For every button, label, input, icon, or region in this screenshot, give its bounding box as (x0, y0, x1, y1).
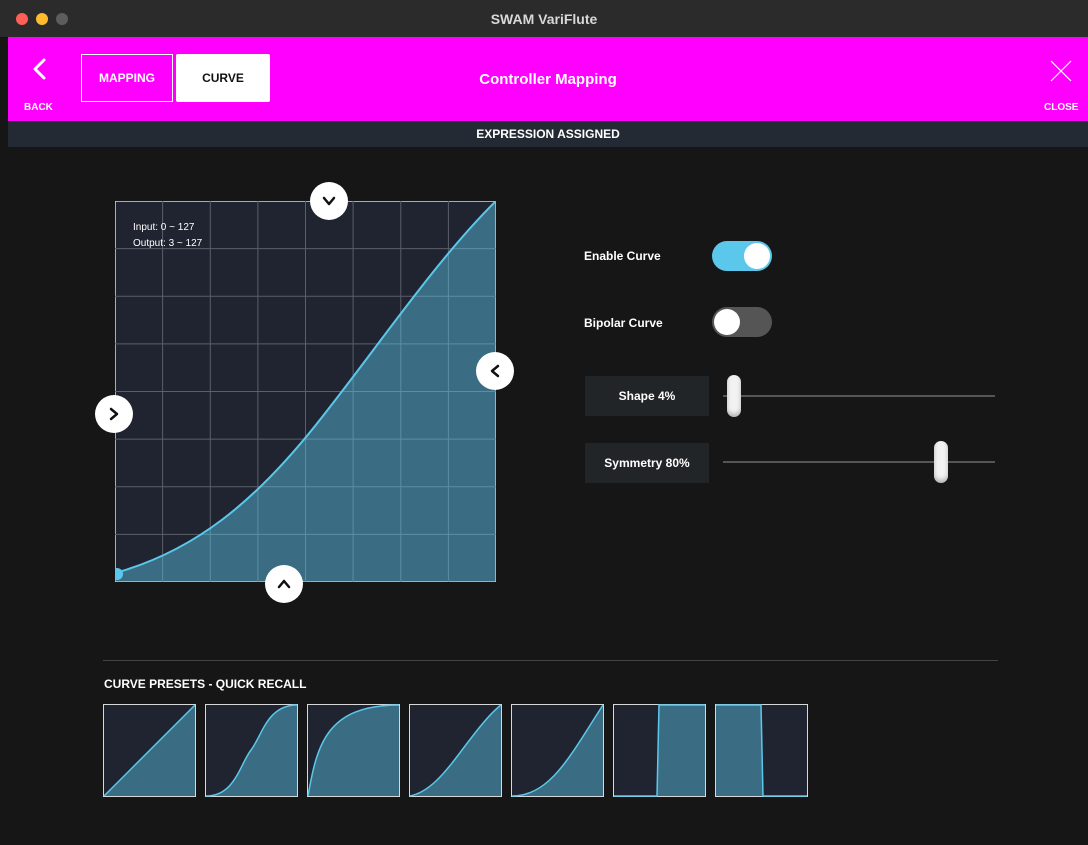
bipolar-curve-label: Bipolar Curve (584, 316, 663, 330)
curve-graph[interactable] (115, 201, 496, 582)
chevron-up-icon (277, 579, 291, 589)
shift-input-start-button[interactable] (95, 395, 133, 433)
chevron-left-icon (490, 364, 500, 378)
chevron-right-icon (109, 407, 119, 421)
shape-slider-track[interactable] (723, 395, 995, 397)
preset-steep-s-curve[interactable] (205, 704, 298, 797)
raise-min-button[interactable] (265, 565, 303, 603)
toggle-knob (714, 309, 740, 335)
presets-title: CURVE PRESETS - QUICK RECALL (104, 677, 307, 691)
close-button-label[interactable]: CLOSE (1044, 102, 1078, 113)
preset-step-left[interactable] (613, 704, 706, 797)
output-range-text: Output: 3 ~ 127 (133, 238, 203, 249)
window-titlebar: SWAM VariFlute (0, 0, 1088, 38)
bipolar-curve-toggle[interactable] (712, 307, 772, 337)
preset-ease-in[interactable] (511, 704, 604, 797)
graph-range-info: Input: 0 ~ 127 Output: 3 ~ 127 (133, 220, 202, 252)
symmetry-label: Symmetry 80% (585, 443, 709, 483)
preset-exponential-rise[interactable] (307, 704, 400, 797)
preset-step-right[interactable] (715, 704, 808, 797)
back-button-label[interactable]: BACK (24, 102, 53, 113)
section-divider (103, 660, 998, 661)
window-title: SWAM VariFlute (490, 11, 598, 27)
enable-curve-toggle[interactable] (712, 241, 772, 271)
toggle-knob (744, 243, 770, 269)
assignment-status: EXPRESSION ASSIGNED (8, 121, 1088, 147)
shift-input-end-button[interactable] (476, 352, 514, 390)
close-icon[interactable] (1049, 59, 1073, 83)
header-bar: BACK MAPPING CURVE Controller Mapping CL… (8, 37, 1088, 121)
enable-curve-label: Enable Curve (584, 249, 661, 263)
shape-label: Shape 4% (585, 376, 709, 416)
page-title: Controller Mapping (479, 71, 617, 88)
lower-max-button[interactable] (310, 182, 348, 220)
input-range-text: Input: 0 ~ 127 (133, 222, 195, 233)
symmetry-slider-thumb[interactable] (934, 441, 948, 483)
preset-gentle-s-curve[interactable] (409, 704, 502, 797)
symmetry-slider-track[interactable] (723, 461, 995, 463)
shape-slider-thumb[interactable] (727, 375, 741, 417)
preset-linear[interactable] (103, 704, 196, 797)
chevron-down-icon (322, 196, 336, 206)
